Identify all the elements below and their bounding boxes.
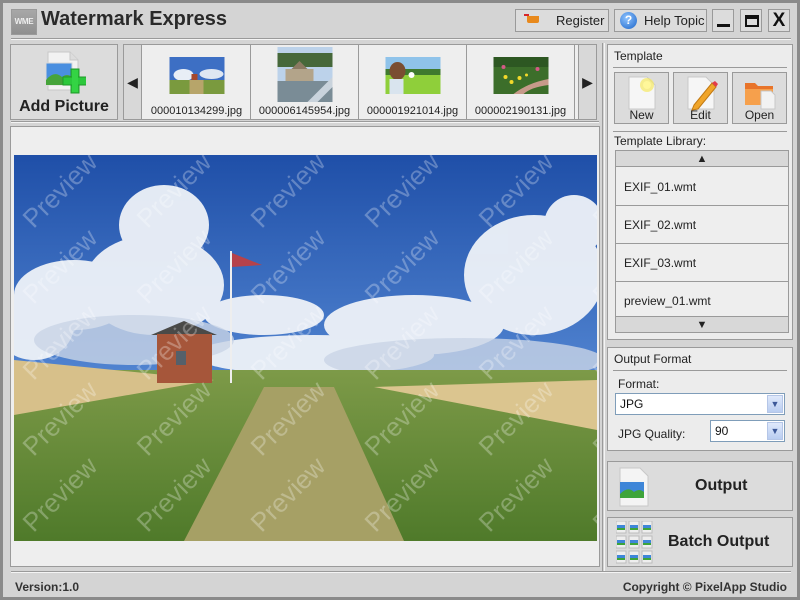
thumbnail-filename: 000010134299.jpg (150, 105, 243, 117)
open-folder-icon (745, 83, 776, 110)
toolbar-divider (11, 121, 599, 123)
app-title: Watermark Express (41, 8, 228, 30)
maximize-button[interactable] (740, 9, 762, 32)
preview-panel: Preview Preview Preview Preview Preview Previ… (10, 126, 600, 567)
minimize-button[interactable] (712, 9, 734, 32)
open-template-button[interactable]: Open (732, 72, 787, 124)
new-template-button[interactable]: New (614, 72, 669, 124)
thumbnail-image (385, 57, 440, 94)
jpg-quality-select[interactable]: 90 ▼ (710, 420, 785, 442)
minimize-icon (717, 24, 730, 27)
output-label: Output (695, 477, 748, 494)
thumbnail-item[interactable]: 000001921014.jpg (359, 45, 467, 119)
template-group: Template New Edit Open Template Library:… (607, 44, 793, 340)
output-format-group: Output Format Format: JPG ▼ JPG Quality:… (607, 347, 793, 451)
thumbnail-image (169, 57, 224, 94)
batch-images-icon (616, 521, 653, 564)
batch-output-button[interactable]: Batch Output (607, 517, 793, 567)
preview-image[interactable]: Preview Preview Preview Preview Preview Previ… (14, 155, 597, 541)
register-button[interactable]: Register (515, 9, 609, 32)
output-format-title: Output Format (614, 352, 692, 366)
pane-separator (602, 43, 605, 571)
version-label: Version:1.0 (15, 580, 80, 594)
thumbnail-filename: 000001921014.jpg (366, 105, 459, 117)
template-list-item[interactable]: EXIF_01.wmt (616, 168, 788, 206)
title-divider (11, 38, 791, 40)
format-value: JPG (620, 397, 644, 411)
shopping-cart-icon (524, 13, 542, 28)
template-list-item[interactable]: EXIF_02.wmt (616, 206, 788, 244)
preview-photo (14, 155, 597, 541)
maximize-icon (745, 15, 759, 27)
template-list-item[interactable]: EXIF_03.wmt (616, 244, 788, 282)
thumbnail-image (277, 47, 332, 102)
title-bar: WME Watermark Express Register ? Help To… (3, 3, 797, 39)
template-list-item[interactable]: preview_01.wmt (616, 282, 788, 320)
jpg-quality-label: JPG Quality: (618, 427, 686, 441)
register-label: Register (556, 13, 605, 28)
new-template-label: New (629, 108, 654, 122)
thumbnail-filename: 000006145954.jpg (258, 105, 351, 117)
thumbnail-item[interactable]: 000006145954.jpg (251, 45, 359, 119)
format-label: Format: (618, 377, 660, 391)
open-template-label: Open (744, 108, 775, 122)
add-picture-icon (45, 51, 86, 94)
thumbnail-item[interactable]: 000010134299.jpg (143, 45, 251, 119)
thumbnail-filename: 000002190131.jpg (474, 105, 567, 117)
thumbnail-prev-button[interactable]: ◀ (124, 45, 142, 119)
help-icon: ? (620, 12, 637, 29)
output-format-rule (613, 370, 787, 371)
template-mid-rule (613, 131, 787, 132)
template-library-label: Template Library: (614, 134, 707, 148)
template-group-title: Template (614, 49, 663, 63)
jpg-quality-value: 90 (715, 424, 729, 438)
output-image-icon (619, 467, 649, 507)
help-topic-button[interactable]: ? Help Topic (614, 9, 707, 32)
edit-pencil-icon (687, 76, 718, 111)
template-scroll-down-button[interactable]: ▼ (616, 316, 788, 332)
chevron-down-icon[interactable]: ▼ (767, 422, 783, 440)
app-window: WME Watermark Express Register ? Help To… (0, 0, 800, 600)
template-title-rule (613, 67, 787, 68)
add-picture-button[interactable]: Add Picture (10, 44, 118, 120)
copyright-label: Copyright © PixelApp Studio (622, 580, 787, 594)
edit-template-label: Edit (690, 108, 711, 122)
help-label: Help Topic (644, 13, 705, 28)
format-select[interactable]: JPG ▼ (615, 393, 785, 415)
batch-output-label: Batch Output (668, 533, 770, 550)
template-library-list: ▲ EXIF_01.wmt EXIF_02.wmt EXIF_03.wmt pr… (615, 150, 789, 333)
app-logo-icon: WME (11, 9, 37, 35)
thumbnail-strip: ◀ 000010134299.jpg 000006145954.jpg 0000… (123, 44, 597, 120)
thumbnail-item[interactable]: 000002190131.jpg (467, 45, 575, 119)
status-divider (11, 571, 791, 573)
close-button[interactable]: X (768, 9, 790, 32)
new-document-icon (628, 76, 656, 110)
edit-template-button[interactable]: Edit (673, 72, 728, 124)
template-scroll-up-button[interactable]: ▲ (616, 151, 788, 167)
thumbnail-image (493, 57, 548, 94)
thumbnail-next-button[interactable]: ▶ (578, 45, 596, 119)
output-button[interactable]: Output (607, 461, 793, 511)
add-picture-label: Add Picture (19, 98, 109, 115)
chevron-down-icon[interactable]: ▼ (767, 395, 783, 413)
